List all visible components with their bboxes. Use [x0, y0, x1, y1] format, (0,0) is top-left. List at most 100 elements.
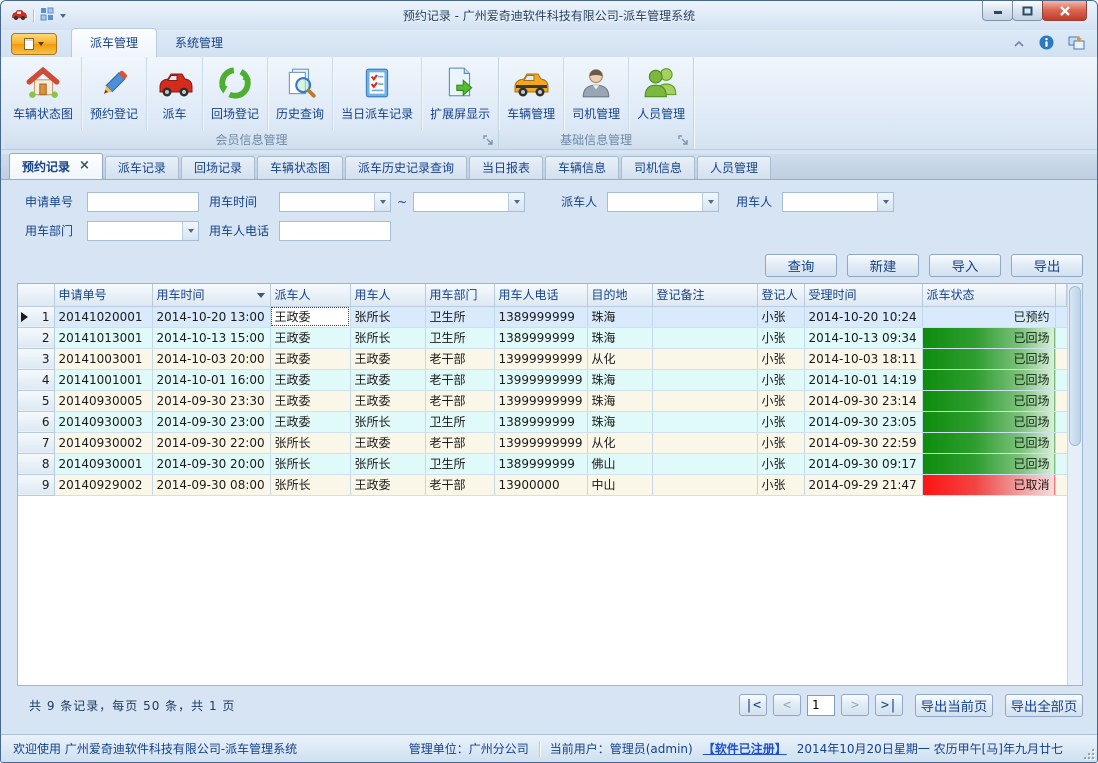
cell[interactable]: 老干部 [425, 369, 494, 390]
cell[interactable]: 小张 [757, 453, 804, 474]
status-cell[interactable]: 已回场 [922, 327, 1055, 348]
cell[interactable]: 2014-09-30 08:00 [152, 474, 270, 495]
cell[interactable]: 珠海 [587, 327, 652, 348]
row-indicator[interactable]: 4 [18, 369, 54, 390]
column-header-6[interactable]: 用车人电话 [494, 284, 587, 306]
doc-tab-5[interactable]: 当日报表 [469, 156, 543, 179]
cell[interactable]: 2014-10-13 15:00 [152, 327, 270, 348]
scrollbar-thumb[interactable] [1069, 286, 1081, 446]
cell[interactable]: 王政委 [270, 369, 350, 390]
table-row[interactable]: 4201410010012014-10-01 16:00王政委王政委老干部139… [18, 369, 1067, 390]
cell[interactable]: 老干部 [425, 474, 494, 495]
chevron-down-icon[interactable] [374, 193, 390, 211]
table-row[interactable]: 2201410130012014-10-13 15:00王政委张所长卫生所138… [18, 327, 1067, 348]
cell[interactable] [652, 474, 757, 495]
application-no-input[interactable] [87, 192, 199, 212]
status-cell[interactable]: 已回场 [922, 453, 1055, 474]
vertical-scrollbar[interactable] [1067, 284, 1082, 685]
cell[interactable]: 13999999999 [494, 432, 587, 453]
table-row[interactable]: 3201410030012014-10-03 20:00王政委王政委老干部139… [18, 348, 1067, 369]
dialog-launcher-icon[interactable] [677, 134, 689, 146]
table-row[interactable]: 1201410200012014-10-20 13:00王政委张所长卫生所138… [18, 306, 1067, 327]
cell[interactable]: 20141020001 [54, 306, 152, 327]
cell[interactable]: 王政委 [350, 432, 425, 453]
cell[interactable]: 20141003001 [54, 348, 152, 369]
ribbon-button-pencil[interactable]: 预约登记 [82, 57, 147, 130]
cell[interactable]: 13999999999 [494, 348, 587, 369]
page-number-input[interactable] [807, 695, 835, 716]
row-indicator[interactable]: 7 [18, 432, 54, 453]
cell[interactable]: 小张 [757, 390, 804, 411]
column-header-9[interactable]: 登记人 [757, 284, 804, 306]
cell[interactable]: 2014-10-20 10:24 [804, 306, 922, 327]
status-cell[interactable]: 已回场 [922, 411, 1055, 432]
cell[interactable]: 20140930005 [54, 390, 152, 411]
cell[interactable] [652, 411, 757, 432]
cell[interactable]: 老干部 [425, 390, 494, 411]
department-combo[interactable] [87, 221, 199, 241]
doc-tab-2[interactable]: 回场记录 [181, 156, 255, 179]
row-indicator[interactable]: 2 [18, 327, 54, 348]
cell[interactable]: 珠海 [587, 390, 652, 411]
license-link[interactable]: 【软件已注册】 [703, 740, 787, 757]
ribbon-button-doc-arrow[interactable]: 扩展屏显示 [422, 57, 498, 130]
status-cell[interactable]: 已回场 [922, 369, 1055, 390]
cell[interactable]: 张所长 [270, 453, 350, 474]
column-header-10[interactable]: 受理时间 [804, 284, 922, 306]
table-row[interactable]: 8201409300012014-09-30 20:00张所长张所长卫生所138… [18, 453, 1067, 474]
cell[interactable]: 王政委 [270, 390, 350, 411]
cell[interactable]: 2014-10-01 16:00 [152, 369, 270, 390]
ribbon-button-doc-search[interactable]: 历史查询 [268, 57, 333, 130]
new-button[interactable]: 新建 [847, 254, 919, 277]
cell[interactable]: 张所长 [350, 306, 425, 327]
cell[interactable]: 从化 [587, 348, 652, 369]
ribbon-button-taxi[interactable]: 车辆管理 [499, 57, 564, 130]
chevron-down-icon[interactable] [182, 222, 198, 240]
dispatcher-combo[interactable] [607, 192, 719, 212]
cell[interactable]: 2014-09-30 23:00 [152, 411, 270, 432]
cell[interactable]: 老干部 [425, 348, 494, 369]
cell[interactable]: 王政委 [270, 327, 350, 348]
column-header-5[interactable]: 用车部门 [425, 284, 494, 306]
cell[interactable]: 1389999999 [494, 411, 587, 432]
cell[interactable]: 2014-10-20 13:00 [152, 306, 270, 327]
export-current-page-button[interactable]: 导出当前页 [915, 694, 993, 717]
cell[interactable]: 张所长 [270, 432, 350, 453]
cell[interactable]: 2014-10-13 09:34 [804, 327, 922, 348]
user-combo[interactable] [782, 192, 894, 212]
doc-tab-3[interactable]: 车辆状态图 [257, 156, 343, 179]
cell[interactable]: 王政委 [350, 369, 425, 390]
doc-tab-4[interactable]: 派车历史记录查询 [345, 156, 467, 179]
row-indicator[interactable]: 6 [18, 411, 54, 432]
cell[interactable]: 珠海 [587, 411, 652, 432]
ribbon-tab-system[interactable]: 系统管理 [157, 29, 241, 57]
cell[interactable]: 2014-10-01 14:19 [804, 369, 922, 390]
row-indicator[interactable]: 8 [18, 453, 54, 474]
chevron-down-icon[interactable] [702, 193, 718, 211]
cell[interactable]: 卫生所 [425, 411, 494, 432]
query-button[interactable]: 查询 [765, 254, 837, 277]
cell[interactable] [652, 390, 757, 411]
maximize-button[interactable] [1012, 1, 1043, 21]
import-button[interactable]: 导入 [929, 254, 1001, 277]
cell[interactable] [652, 327, 757, 348]
cell[interactable]: 2014-09-30 22:00 [152, 432, 270, 453]
cell[interactable]: 王政委 [350, 390, 425, 411]
close-button[interactable] [1042, 1, 1087, 21]
table-row[interactable]: 5201409300052014-09-30 23:30王政委王政委老干部139… [18, 390, 1067, 411]
info-icon[interactable] [1039, 35, 1054, 53]
column-header-0[interactable] [18, 284, 54, 306]
cell[interactable]: 王政委 [350, 474, 425, 495]
cell[interactable]: 卫生所 [425, 306, 494, 327]
cell[interactable]: 卫生所 [425, 453, 494, 474]
cell[interactable]: 2014-09-30 23:14 [804, 390, 922, 411]
cell[interactable]: 珠海 [587, 306, 652, 327]
cell[interactable]: 佛山 [587, 453, 652, 474]
chevron-down-icon[interactable] [877, 193, 893, 211]
cell[interactable]: 20140930001 [54, 453, 152, 474]
ribbon-button-house[interactable]: 车辆状态图 [5, 57, 82, 130]
status-cell[interactable]: 已预约 [922, 306, 1055, 327]
cell[interactable]: 张所长 [270, 474, 350, 495]
last-page-button[interactable]: >| [875, 694, 903, 716]
cell[interactable]: 2014-09-30 23:05 [804, 411, 922, 432]
